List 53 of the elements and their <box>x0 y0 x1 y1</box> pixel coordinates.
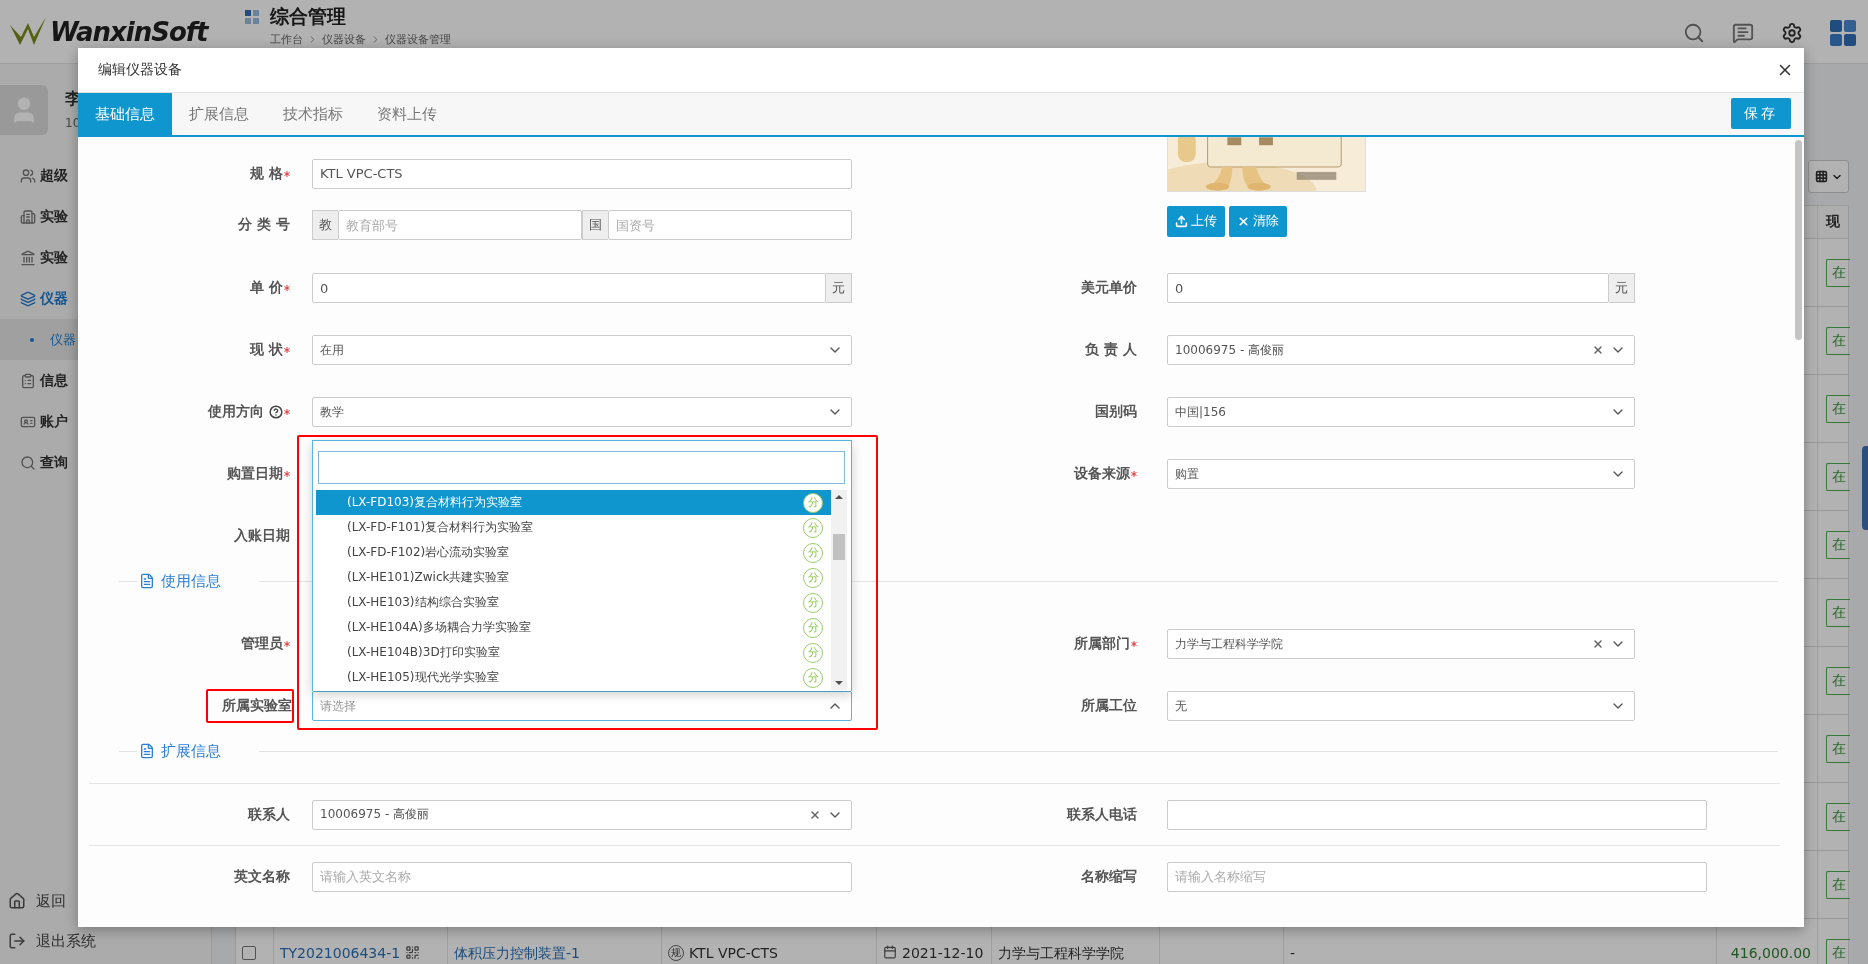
status-badge: 在 <box>1826 666 1850 695</box>
prefix-addon: 国 <box>582 210 608 240</box>
field-label: 所属工位 <box>1081 697 1137 715</box>
field-label: 所属部门 <box>1074 635 1137 653</box>
field-label: 负 责 人 <box>1085 341 1137 359</box>
status-badge: 在 <box>1826 870 1850 899</box>
page-title: 综合管理 <box>270 4 346 29</box>
tag-icon: 分 <box>803 492 823 513</box>
field-label: 规 格 <box>250 164 290 183</box>
tag-icon: 分 <box>803 667 823 688</box>
department-text: 力学与工程科学学院 <box>998 945 1124 963</box>
logo: WanxinSoft <box>50 17 208 47</box>
field-label: 分 类 号 <box>238 216 290 234</box>
price-text: 416,000.00 <box>1730 945 1811 961</box>
section-title: 使用信息 <box>161 571 221 591</box>
column-header: 现 <box>1826 213 1840 231</box>
model-text: KTL VPC-CTS <box>689 945 778 961</box>
dialog-title: 编辑仪器设备 <box>98 61 182 79</box>
status-badge: 在 <box>1826 394 1850 423</box>
field-label: 国别码 <box>1095 403 1137 421</box>
section-title: 扩展信息 <box>161 741 221 761</box>
field-label: 英文名称 <box>234 867 290 886</box>
field-label: 名称缩写 <box>1081 867 1137 886</box>
field-label: 使用方向 <box>208 403 290 421</box>
field-label: 美元单价 <box>1081 279 1137 297</box>
field-label: 单 价 <box>250 279 290 297</box>
field-label: 管理员 <box>241 635 290 653</box>
status-badge: 在 <box>1826 598 1850 627</box>
status-badge: 在 <box>1826 462 1850 491</box>
unit-addon: 元 <box>1609 273 1635 303</box>
date-text: 2021-12-10 <box>902 945 984 961</box>
unit-addon: 元 <box>826 273 852 303</box>
field-label: 所属实验室 <box>206 689 294 723</box>
status-badge: 在 <box>1826 802 1850 831</box>
tag-icon: 分 <box>803 517 823 538</box>
status-badge: 在 <box>1826 938 1850 964</box>
tag-icon: 分 <box>803 642 823 663</box>
field-label: 联系人电话 <box>1067 805 1137 824</box>
status-badge: 在 <box>1826 530 1850 559</box>
field-label: 现 状 <box>250 341 290 359</box>
prefix-addon: 教 <box>312 210 338 240</box>
cell-text: - <box>1290 945 1296 961</box>
tag-icon: 分 <box>803 542 823 563</box>
status-badge: 在 <box>1826 258 1850 287</box>
tag-icon: 分 <box>803 592 823 613</box>
tag-icon: 分 <box>803 617 823 638</box>
field-label: 设备来源 <box>1074 465 1137 483</box>
field-label: 联系人 <box>248 805 290 824</box>
tag-icon: 分 <box>803 567 823 588</box>
field-label: 购置日期 <box>227 465 290 483</box>
field-label: 入账日期 <box>234 527 290 545</box>
status-badge: 在 <box>1826 326 1850 355</box>
status-badge: 在 <box>1826 734 1850 763</box>
